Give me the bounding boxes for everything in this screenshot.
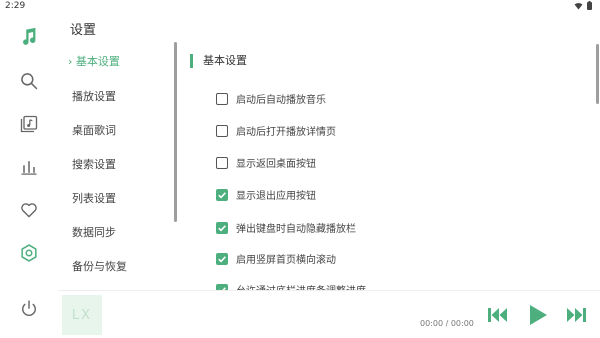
previous-button[interactable] (486, 303, 510, 327)
active-marker-icon: › (68, 55, 73, 68)
play-button[interactable] (526, 303, 550, 327)
rail-favorites-button[interactable] (14, 195, 44, 225)
nav-item-basic[interactable]: › 基本设置 (68, 53, 120, 69)
rail-leaderboard-button[interactable] (14, 152, 44, 182)
option-label: 允许通过底栏进度条调整进度 (236, 282, 366, 290)
settings-nav-scrollbar[interactable] (174, 42, 177, 222)
search-icon (21, 73, 38, 90)
checkbox[interactable] (216, 188, 228, 201)
previous-icon (488, 308, 507, 322)
nav-item-desktop-lyrics[interactable]: 桌面歌词 (72, 122, 116, 138)
option-label: 显示退出应用按钮 (236, 191, 316, 202)
checkbox[interactable] (216, 221, 228, 234)
status-bar: 2:29 (0, 0, 600, 14)
option-label: 启动后自动播放音乐 (236, 95, 326, 106)
checkbox[interactable] (216, 252, 228, 265)
next-icon (567, 308, 586, 322)
checkmark-icon (218, 255, 226, 263)
player-bar: LX 00:00 / 00:00 (58, 290, 600, 338)
checkmark-icon (218, 224, 226, 232)
option-show-home-button[interactable]: 显示返回桌面按钮 (216, 155, 316, 170)
section-title: 基本设置 (190, 54, 247, 68)
playback-time: 00:00 / 00:00 (420, 319, 474, 328)
option-show-exit-button[interactable]: 显示退出应用按钮 (216, 187, 316, 202)
option-open-detail-on-start[interactable]: 启动后打开播放详情页 (216, 123, 336, 138)
album-cover[interactable]: LX (62, 295, 102, 335)
power-icon (22, 300, 36, 316)
nav-item-sync[interactable]: 数据同步 (72, 224, 116, 240)
nav-item-label: 基本设置 (75, 55, 120, 68)
rail-search-button[interactable] (14, 66, 44, 96)
option-autoplay-on-start[interactable]: 启动后自动播放音乐 (216, 91, 326, 106)
app-root: 2:29 设置 › 基本设置 播放设置 桌面歌词 搜索设置 列表设置 数据同步 … (0, 0, 600, 338)
settings-icon (21, 244, 37, 262)
checkbox[interactable] (216, 92, 228, 105)
settings-content: 基本设置 启动后自动播放音乐 启动后打开播放详情页 显示返回桌面按钮 显示退出应… (180, 44, 600, 290)
music-library-icon (20, 115, 38, 133)
battery-icon (587, 1, 592, 10)
page-title: 设置 (70, 23, 97, 38)
next-button[interactable] (564, 303, 588, 327)
rail-home-button[interactable] (14, 22, 44, 52)
favorite-heart-icon (21, 203, 37, 218)
settings-nav: › 基本设置 播放设置 桌面歌词 搜索设置 列表设置 数据同步 备份与恢复 (58, 44, 176, 288)
checkbox[interactable] (216, 124, 228, 137)
option-label: 启动后打开播放详情页 (236, 127, 336, 138)
navigation-rail (0, 14, 58, 338)
option-label: 弹出键盘时自动隐藏播放栏 (236, 224, 356, 235)
nav-item-list[interactable]: 列表设置 (72, 190, 116, 206)
rail-settings-button[interactable] (14, 238, 44, 268)
play-icon (530, 305, 547, 325)
content-scrollbar[interactable] (596, 44, 599, 104)
nav-item-search[interactable]: 搜索设置 (72, 156, 116, 172)
option-label: 显示返回桌面按钮 (236, 159, 316, 170)
nav-item-backup[interactable]: 备份与恢复 (72, 258, 127, 274)
option-progress-drag[interactable]: 允许通过底栏进度条调整进度 (216, 282, 366, 290)
option-horizontal-scroll[interactable]: 启用竖屏首页横向滚动 (216, 251, 336, 266)
option-label: 启用竖屏首页横向滚动 (236, 255, 336, 266)
rail-library-button[interactable] (14, 109, 44, 139)
leaderboard-icon (21, 161, 37, 175)
rail-power-button[interactable] (14, 294, 44, 324)
wifi-icon (574, 2, 583, 9)
status-icons (574, 1, 592, 10)
checkmark-icon (218, 191, 226, 199)
app-logo-icon (23, 27, 36, 45)
option-hide-bar-on-keyboard[interactable]: 弹出键盘时自动隐藏播放栏 (216, 220, 356, 235)
status-time: 2:29 (5, 1, 26, 11)
nav-item-playback[interactable]: 播放设置 (72, 88, 116, 104)
checkbox[interactable] (216, 156, 228, 169)
